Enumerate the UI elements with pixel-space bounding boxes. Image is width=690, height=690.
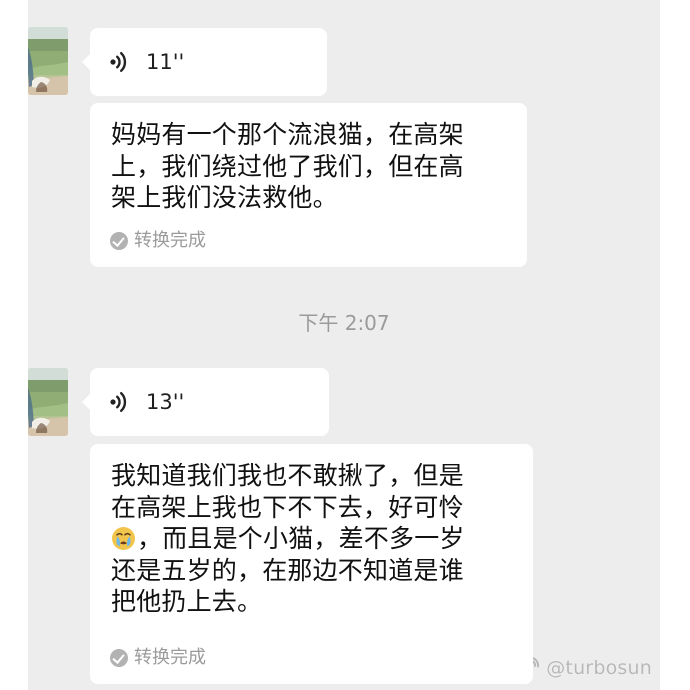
message-line: 还是五岁的，在那边不知道是谁 bbox=[111, 555, 464, 585]
transcribed-message-text: 妈妈有一个那个流浪猫，在高架 上，我们绕过他了我们，但在高 架上我们没法救他。 bbox=[111, 119, 507, 214]
watermark-handle: @turbosun bbox=[546, 657, 652, 679]
message-line: 我知道我们我也不敢揪了，但是 bbox=[111, 461, 464, 490]
message-line: 架上我们没法救他。 bbox=[111, 183, 338, 212]
avatar[interactable] bbox=[28, 27, 68, 95]
voice-duration: 11'' bbox=[146, 50, 185, 74]
message-line: 妈妈有一个那个流浪猫，在高架 bbox=[111, 120, 464, 149]
message-line: 上，我们绕过他了我们，但在高 bbox=[111, 151, 464, 181]
message-line: 在高架上我也下不下去，好可怜 bbox=[111, 492, 464, 522]
chat-screen: 下午 2:07 @turbosun 11'' 妈妈有一个那个流浪猫，在高架 上，… bbox=[0, 0, 690, 690]
transcription-status: 转换完成 bbox=[110, 229, 206, 253]
voice-wave-icon bbox=[110, 390, 130, 414]
transcription-bubble[interactable]: 妈妈有一个那个流浪猫，在高架 上，我们绕过他了我们，但在高 架上我们没法救他。 … bbox=[90, 103, 527, 267]
message-timestamp: 下午 2:07 bbox=[298, 311, 390, 335]
check-circle-icon bbox=[110, 232, 128, 250]
crying-face-icon bbox=[111, 526, 136, 551]
voice-wave-icon bbox=[110, 50, 130, 74]
message-line: ，而且是个小猫，差不多一岁 bbox=[137, 524, 465, 553]
transcribed-message-text: 我知道我们我也不敢揪了，但是 在高架上我也下不下去，好可怜 ，而且是个小猫，差不… bbox=[111, 460, 513, 618]
bubble-tail bbox=[82, 54, 90, 70]
message-line-with-emoji: ，而且是个小猫，差不多一岁 bbox=[111, 523, 513, 555]
voice-message-bubble[interactable]: 13'' bbox=[82, 368, 329, 436]
voice-duration: 13'' bbox=[146, 390, 185, 414]
transcription-bubble[interactable]: 我知道我们我也不敢揪了，但是 在高架上我也下不下去，好可怜 ，而且是个小猫，差不… bbox=[90, 444, 533, 684]
status-label: 转换完成 bbox=[134, 647, 206, 668]
voice-message-bubble[interactable]: 11'' bbox=[82, 28, 327, 96]
message-line: 把他扔上去。 bbox=[111, 587, 263, 616]
check-circle-icon bbox=[110, 649, 128, 667]
status-label: 转换完成 bbox=[134, 230, 206, 251]
avatar[interactable] bbox=[28, 368, 68, 436]
bubble-tail bbox=[82, 394, 90, 410]
transcription-status: 转换完成 bbox=[110, 646, 206, 670]
